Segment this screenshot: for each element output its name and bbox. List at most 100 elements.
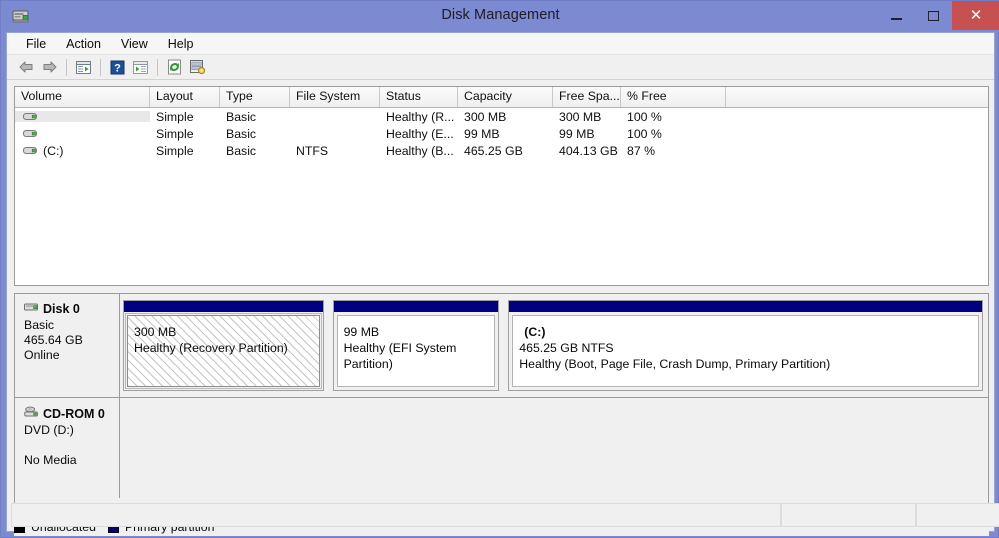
toolbar: ? — [7, 55, 994, 80]
partition-status: Healthy (EFI System Partition) — [343, 341, 457, 371]
cell-free-space: 404.13 GB — [559, 143, 618, 158]
maximize-icon — [928, 10, 939, 21]
toolbar-separator — [66, 58, 67, 76]
cell-volume[interactable] — [15, 128, 150, 139]
cdrom-title: CD-ROM 0 — [24, 406, 119, 421]
table-row[interactable]: (C:) Simple Basic NTFS Healthy (B... 465… — [15, 142, 988, 159]
status-bar — [11, 503, 999, 527]
show-hide-action-pane-icon[interactable] — [129, 57, 152, 78]
partition-color-bar — [509, 301, 983, 312]
partition-efi[interactable]: 99 MB Healthy (EFI System Partition) — [332, 300, 500, 391]
column-header-capacity[interactable]: Capacity — [458, 87, 553, 107]
table-row[interactable]: Simple Basic Healthy (E... 99 MB 99 MB 1… — [15, 125, 988, 142]
toolbar-separator — [157, 58, 158, 76]
column-header-layout[interactable]: Layout — [150, 87, 220, 107]
client-area: File Action View Help ? Volume Layout Ty… — [6, 32, 999, 536]
partition-size: 465.25 GB NTFS — [519, 341, 614, 355]
partition-size: 300 MB — [134, 325, 177, 339]
cell-status: Healthy (B... — [386, 143, 454, 158]
rescan-disks-icon[interactable] — [186, 57, 209, 78]
cdrom-icon — [24, 406, 40, 421]
cell-layout: Simple — [156, 143, 194, 158]
partition-status: Healthy (Boot, Page File, Crash Dump, Pr… — [519, 357, 831, 371]
disk-management-window: Disk Management ✕ File Action View Help — [0, 0, 999, 538]
column-header-free-space[interactable]: Free Spa... — [553, 87, 621, 107]
window-controls: ✕ — [878, 1, 999, 32]
disk-graphical-view[interactable]: Disk 0 Basic 465.64 GB Online 300 MB Hea… — [14, 293, 989, 505]
cell-type: Basic — [226, 126, 257, 141]
toolbar-separator — [100, 58, 101, 76]
cell-layout: Simple — [156, 126, 194, 141]
window-title: Disk Management — [441, 7, 560, 23]
menu-file[interactable]: File — [17, 35, 55, 53]
cell-status: Healthy (E... — [386, 126, 454, 141]
minimize-button[interactable] — [878, 1, 915, 30]
disk-state: Online — [24, 348, 60, 362]
status-pane-main — [11, 503, 781, 527]
disk-icon — [24, 302, 40, 316]
cell-percent-free: 100 % — [627, 109, 662, 124]
cell-file-system: NTFS — [296, 143, 329, 158]
disk-row-disk0[interactable]: Disk 0 Basic 465.64 GB Online 300 MB Hea… — [15, 294, 988, 398]
disk-row-cdrom0[interactable]: CD-ROM 0 DVD (D:) No Media — [15, 398, 988, 498]
table-row[interactable]: Simple Basic Healthy (R... 300 MB 300 MB… — [15, 108, 988, 125]
menu-view[interactable]: View — [112, 35, 157, 53]
partition-recovery[interactable]: 300 MB Healthy (Recovery Partition) — [123, 300, 324, 391]
cdrom-name: CD-ROM 0 — [43, 406, 105, 421]
svg-text:?: ? — [114, 62, 121, 74]
volume-list[interactable]: Volume Layout Type File System Status Ca… — [14, 86, 989, 286]
disk-title: Disk 0 — [24, 302, 119, 316]
cell-volume[interactable]: (C:) — [15, 144, 150, 158]
status-pane-secondary — [781, 503, 916, 527]
cell-free-space: 99 MB — [559, 126, 595, 141]
partition-status: Healthy (Recovery Partition) — [134, 341, 288, 355]
maximize-button[interactable] — [915, 1, 952, 30]
partition-color-bar — [124, 301, 323, 312]
title-bar[interactable]: Disk Management ✕ — [1, 1, 999, 32]
partition-label: (C:) — [524, 325, 546, 339]
partition-color-bar — [333, 301, 499, 312]
disk-type: Basic — [24, 318, 55, 332]
disk-size: 465.64 GB — [24, 333, 83, 347]
close-icon: ✕ — [969, 6, 983, 24]
partition-size: 99 MB — [343, 325, 380, 339]
cell-layout: Simple — [156, 109, 194, 124]
cell-type: Basic — [226, 109, 257, 124]
refresh-icon[interactable] — [163, 57, 186, 78]
help-icon[interactable]: ? — [106, 57, 129, 78]
disk-info-disk0[interactable]: Disk 0 Basic 465.64 GB Online — [15, 294, 120, 397]
cdrom-status: No Media — [24, 453, 77, 467]
disk-name: Disk 0 — [43, 302, 80, 316]
partition-body[interactable]: 99 MB Healthy (EFI System Partition) — [336, 315, 496, 387]
cell-volume[interactable] — [15, 111, 150, 122]
column-header-type[interactable]: Type — [220, 87, 290, 107]
show-hide-console-tree-icon[interactable] — [72, 57, 95, 78]
cell-volume-label: (C:) — [43, 143, 64, 158]
cell-percent-free: 100 % — [627, 126, 662, 141]
minimize-icon — [891, 18, 902, 20]
cell-percent-free: 87 % — [627, 143, 656, 158]
cell-type: Basic — [226, 143, 257, 158]
cell-capacity: 300 MB — [464, 109, 507, 124]
partition-body[interactable]: 300 MB Healthy (Recovery Partition) — [125, 313, 322, 389]
column-header-filler — [726, 87, 988, 107]
cdrom-empty-map — [120, 398, 988, 498]
column-header-volume[interactable]: Volume — [15, 87, 150, 107]
cdrom-drive: DVD (D:) — [24, 423, 74, 437]
cell-capacity: 465.25 GB — [464, 143, 523, 158]
back-arrow-icon[interactable] — [15, 57, 38, 78]
volume-drive-icon — [23, 128, 38, 139]
close-button[interactable]: ✕ — [952, 1, 999, 30]
volume-list-header: Volume Layout Type File System Status Ca… — [15, 87, 988, 108]
partition-body[interactable]: (C:) 465.25 GB NTFS Healthy (Boot, Page … — [512, 315, 980, 387]
disk-partition-map: 300 MB Healthy (Recovery Partition) 99 M… — [120, 294, 988, 397]
column-header-percent-free[interactable]: % Free — [621, 87, 726, 107]
forward-arrow-icon[interactable] — [38, 57, 61, 78]
column-header-file-system[interactable]: File System — [290, 87, 380, 107]
column-header-status[interactable]: Status — [380, 87, 458, 107]
partition-c[interactable]: (C:) 465.25 GB NTFS Healthy (Boot, Page … — [508, 300, 984, 391]
menu-action[interactable]: Action — [57, 35, 110, 53]
disk-info-cdrom0[interactable]: CD-ROM 0 DVD (D:) No Media — [15, 398, 120, 498]
cell-capacity: 99 MB — [464, 126, 500, 141]
menu-help[interactable]: Help — [159, 35, 203, 53]
